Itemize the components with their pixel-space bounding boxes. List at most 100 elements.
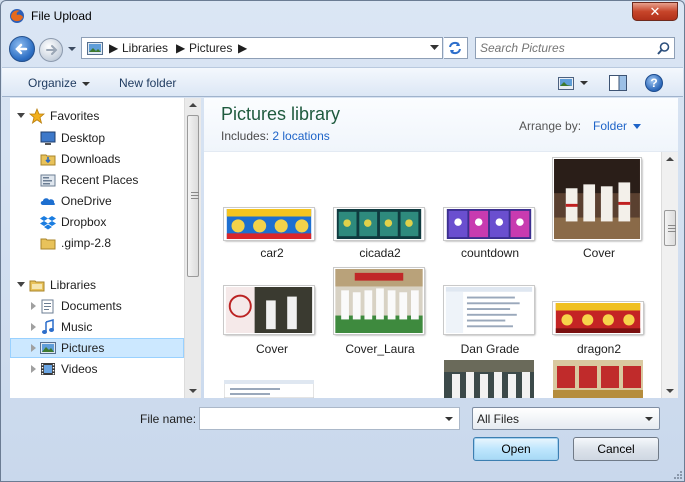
search-icon[interactable]	[657, 42, 670, 55]
firefox-icon	[10, 9, 24, 23]
file-type-value: All Files	[477, 412, 520, 426]
sidebar-item-label: Downloads	[61, 152, 121, 166]
image-thumbnail	[552, 157, 642, 241]
sidebar-item-desktop[interactable]: Desktop	[10, 128, 184, 148]
image-thumbnail	[333, 207, 425, 241]
file-name-combobox[interactable]	[199, 407, 460, 430]
sidebar-item-gimp[interactable]: .gimp-2.8	[10, 233, 184, 253]
nav-favorites-label: Favorites	[50, 109, 100, 123]
search-input[interactable]	[480, 40, 650, 56]
documents-library-icon	[41, 299, 54, 314]
navigation-pane: Favorites Desktop Downloads Recent Place…	[10, 98, 201, 398]
sidebar-item-label: Dropbox	[61, 215, 107, 229]
breadcrumb-separator[interactable]: ▶	[238, 41, 247, 55]
file-name-label: File name:	[140, 412, 197, 426]
sidebar-item-label: Videos	[61, 362, 98, 376]
sidebar-item-pictures[interactable]: Pictures	[10, 338, 184, 358]
chevron-down-icon	[81, 81, 90, 86]
chevron-down-icon	[633, 124, 642, 130]
file-name-field[interactable]	[203, 411, 438, 426]
recent-places-icon	[40, 174, 56, 187]
forward-button[interactable]	[39, 38, 63, 62]
collapsed-arrow-icon[interactable]	[31, 323, 36, 331]
nav-pane-scrollbar[interactable]	[184, 98, 201, 398]
recent-locations-dropdown-icon[interactable]	[67, 44, 77, 54]
expanded-arrow-icon[interactable]	[17, 282, 25, 287]
pictures-library-icon	[87, 42, 103, 55]
address-history-dropdown-icon[interactable]	[430, 45, 439, 51]
chevron-down-icon	[645, 417, 653, 421]
close-button[interactable]: ✕	[632, 2, 678, 21]
title-bar[interactable]: File Upload ✕	[1, 1, 684, 31]
chevron-down-icon[interactable]	[445, 417, 453, 421]
organize-menu[interactable]: Organize	[28, 76, 90, 90]
library-locations-link[interactable]: 2 locations	[272, 129, 329, 143]
image-thumbnail[interactable]	[553, 360, 643, 398]
image-thumbnail	[552, 301, 644, 335]
refresh-button[interactable]	[444, 37, 468, 59]
collapsed-arrow-icon[interactable]	[31, 365, 36, 373]
nav-group-libraries[interactable]: Libraries	[10, 275, 184, 295]
collapsed-arrow-icon[interactable]	[31, 302, 36, 310]
change-view-icon[interactable]	[558, 77, 574, 90]
sidebar-item-label: Recent Places	[61, 173, 139, 187]
image-thumbnail	[333, 267, 425, 335]
thumbnail	[222, 156, 322, 246]
resize-grip-icon[interactable]	[672, 469, 682, 479]
scroll-down-arrow-icon[interactable]	[189, 389, 197, 393]
help-button[interactable]: ?	[645, 74, 663, 92]
sidebar-item-videos[interactable]: Videos	[10, 359, 184, 379]
sidebar-item-onedrive[interactable]: OneDrive	[10, 191, 184, 211]
window-title: File Upload	[31, 9, 92, 23]
scroll-down-arrow-icon[interactable]	[666, 389, 674, 393]
expanded-arrow-icon[interactable]	[17, 113, 25, 118]
breadcrumb-pictures[interactable]: Pictures	[189, 41, 232, 55]
command-toolbar: Organize New folder ?	[2, 67, 683, 97]
arrange-by-label: Arrange by:	[519, 119, 582, 133]
scroll-up-arrow-icon[interactable]	[189, 103, 197, 107]
image-thumbnail	[223, 285, 315, 335]
sidebar-item-documents[interactable]: Documents	[10, 296, 184, 316]
includes-label: Includes:	[221, 129, 270, 143]
file-list-pane: Pictures library Includes: 2 locations A…	[204, 98, 678, 398]
file-list-scrollbar[interactable]	[661, 152, 678, 398]
file-name: car2	[260, 246, 284, 260]
collapsed-arrow-icon[interactable]	[31, 344, 36, 352]
sidebar-item-dropbox[interactable]: Dropbox	[10, 212, 184, 232]
cancel-button[interactable]: Cancel	[573, 437, 659, 461]
image-thumbnail[interactable]	[444, 360, 534, 398]
sidebar-item-music[interactable]: Music	[10, 317, 184, 337]
address-bar[interactable]: ▶ Libraries ▶ Pictures ▶	[81, 37, 443, 59]
image-thumbnail	[223, 207, 315, 241]
breadcrumb-separator[interactable]: ▶	[176, 41, 185, 55]
file-name: cicada2	[359, 246, 401, 260]
views-dropdown-icon[interactable]	[580, 81, 588, 85]
image-thumbnail	[443, 207, 535, 241]
sidebar-item-recent-places[interactable]: Recent Places	[10, 170, 184, 190]
file-type-filter[interactable]: All Files	[472, 407, 660, 430]
downloads-folder-icon	[40, 154, 56, 166]
breadcrumb-separator[interactable]: ▶	[109, 41, 118, 55]
breadcrumb-libraries[interactable]: Libraries	[122, 41, 168, 55]
scrollbar-thumb[interactable]	[187, 115, 199, 277]
sidebar-item-label: Pictures	[61, 341, 105, 355]
search-box[interactable]	[475, 37, 675, 59]
nav-libraries-label: Libraries	[50, 278, 97, 292]
library-header: Pictures library Includes: 2 locations A…	[204, 98, 678, 152]
page-title: Pictures library	[221, 104, 341, 124]
pictures-library-icon	[40, 342, 56, 354]
new-folder-button[interactable]: New folder	[119, 76, 176, 90]
onedrive-icon	[40, 198, 56, 205]
sidebar-item-downloads[interactable]: Downloads	[10, 149, 184, 169]
back-button[interactable]	[9, 36, 35, 62]
scrollbar-thumb[interactable]	[664, 210, 676, 246]
image-thumbnail[interactable]	[224, 380, 314, 398]
library-includes: Includes: 2 locations	[221, 129, 330, 143]
arrange-by-dropdown[interactable]: Folder	[593, 119, 642, 133]
sidebar-item-label: Music	[61, 320, 93, 334]
nav-group-favorites[interactable]: Favorites	[10, 106, 184, 126]
open-button[interactable]: Open	[473, 437, 559, 461]
preview-pane-icon[interactable]	[609, 75, 627, 91]
thumbnail	[440, 156, 540, 246]
scroll-up-arrow-icon[interactable]	[666, 157, 674, 161]
